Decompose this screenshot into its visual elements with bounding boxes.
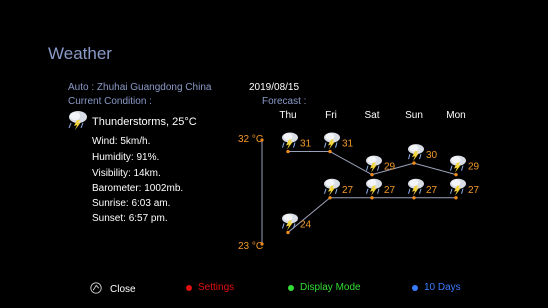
low-temp-label-sun: 27 [426, 185, 438, 196]
thunderstorm-icon [450, 155, 466, 173]
high-temp-segment [413, 162, 457, 176]
high-temp-label-sun: 30 [426, 150, 438, 161]
high-temp-segment [329, 151, 373, 176]
green-button-icon [288, 284, 294, 291]
thunderstorm-icon [366, 155, 382, 173]
low-temp-point-mon [454, 196, 458, 200]
thunderstorm-icon [324, 178, 340, 196]
thunderstorm-icon [366, 178, 382, 196]
red-button-icon [186, 284, 192, 291]
ten-days-label: 10 Days [424, 282, 461, 293]
high-temp-label-thu: 31 [300, 139, 312, 150]
thunderstorm-icon [282, 213, 298, 231]
low-temp-label-sat: 27 [384, 185, 396, 196]
low-temp-point-fri [328, 196, 332, 200]
forecast-graph: 31 31 29 30 29 24 27 27 27 27 [260, 132, 480, 246]
high-temp-point-sat [370, 172, 374, 177]
blue-button-icon [412, 284, 418, 291]
close-label: Close [110, 284, 136, 295]
low-temp-point-sun [412, 196, 416, 200]
settings-button[interactable]: Settings [186, 282, 234, 293]
thunderstorm-icon [324, 132, 340, 150]
forecast-scale-top-point [260, 138, 264, 142]
display-mode-label: Display Mode [300, 282, 361, 293]
low-temp-point-thu [286, 230, 290, 235]
thunderstorm-icon [408, 178, 424, 196]
display-mode-button[interactable]: Display Mode [288, 282, 361, 293]
forecast-scale-bottom-point [260, 242, 264, 246]
high-temp-point-thu [286, 149, 290, 154]
thunderstorm-icon [408, 144, 424, 162]
low-temp-label-mon: 27 [468, 185, 480, 196]
low-temp-label-thu: 24 [300, 219, 312, 230]
ten-days-button[interactable]: 10 Days [412, 282, 461, 293]
high-temp-point-mon [454, 172, 458, 177]
thunderstorm-icon [282, 132, 298, 150]
close-icon [90, 282, 102, 297]
high-temp-point-sun [412, 161, 416, 165]
high-temp-label-mon: 29 [468, 162, 480, 173]
high-temp-label-fri: 31 [342, 139, 354, 150]
high-temp-point-fri [328, 149, 332, 154]
high-temp-label-sat: 29 [384, 162, 396, 173]
thunderstorm-icon [450, 178, 466, 196]
low-temp-point-sat [370, 196, 374, 200]
settings-label: Settings [198, 282, 235, 293]
low-temp-label-fri: 27 [342, 185, 354, 196]
close-button[interactable]: Close [90, 282, 136, 297]
